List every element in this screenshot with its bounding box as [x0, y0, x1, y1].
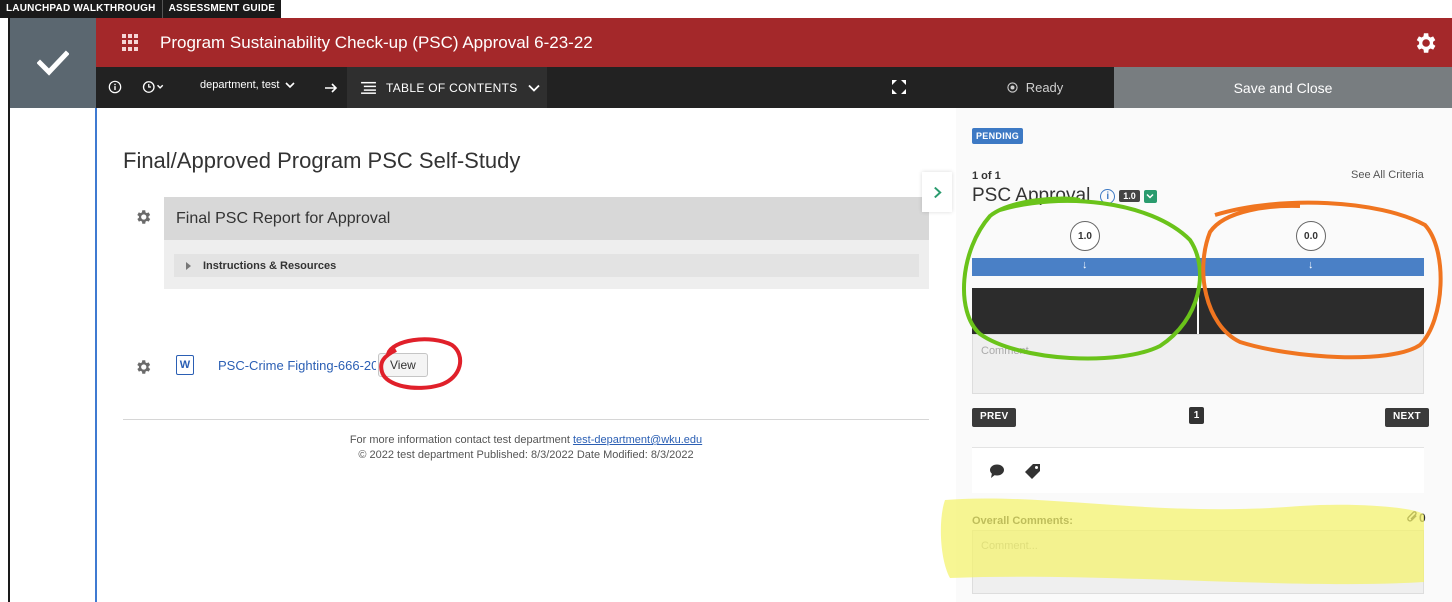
chevron-down-icon	[1146, 193, 1154, 199]
level-description-2[interactable]	[1199, 288, 1424, 334]
table-of-contents-dropdown[interactable]: TABLE OF CONTENTS	[347, 67, 547, 108]
arrow-right-icon[interactable]	[324, 82, 338, 94]
next-button[interactable]: NEXT	[1385, 408, 1429, 427]
status-indicator: Ready	[956, 67, 1114, 108]
criterion-header: PSC Approval i 1.0	[972, 185, 1157, 207]
status-label: Ready	[1025, 80, 1064, 95]
page-title: Final/Approved Program PSC Self-Study	[123, 148, 521, 173]
page-header-title: Program Sustainability Check-up (PSC) Ap…	[160, 32, 593, 52]
department-label: department, test	[200, 79, 280, 91]
tag-icon[interactable]	[1024, 462, 1042, 480]
level-description-1[interactable]	[972, 288, 1197, 334]
criteria-counter: 1 of 1	[972, 170, 1001, 182]
toc-label: TABLE OF CONTENTS	[386, 80, 518, 95]
chevron-right-icon	[933, 186, 942, 198]
arrow-down-icon: ↓	[1082, 259, 1088, 271]
level-selector-bar[interactable]: ↓ ↓	[972, 258, 1424, 276]
level-score-2[interactable]: 0.0	[1296, 221, 1326, 251]
footer-contact-text: For more information contact test depart…	[349, 434, 570, 446]
word-document-icon: W	[176, 355, 194, 375]
instructions-toggle[interactable]: Instructions & Resources	[174, 254, 919, 277]
instructions-label: Instructions & Resources	[203, 259, 337, 272]
status-dot-icon	[1007, 82, 1018, 93]
assessment-guide-link[interactable]: ASSESSMENT GUIDE	[161, 0, 282, 18]
arrow-down-icon: ↓	[1308, 259, 1314, 271]
footer-email-link[interactable]: test-department@wku.edu	[573, 434, 702, 446]
launchpad-strip: LAUNCHPAD WALKTHROUGH ASSESSMENT GUIDE	[0, 0, 282, 18]
criterion-comment-field[interactable]: Comment...	[972, 334, 1424, 394]
file-row: W PSC-Crime Fighting-666-2022 View	[176, 350, 428, 380]
overall-comments-label: Overall Comments:	[972, 515, 1073, 527]
footer-copyright: © 2022 test department Published: 8/3/20…	[358, 449, 694, 461]
app-root: LAUNCHPAD WALKTHROUGH ASSESSMENT GUIDE P…	[0, 0, 1452, 602]
comment-bubble-icon[interactable]	[988, 462, 1006, 480]
settings-gear-icon[interactable]	[1412, 30, 1438, 56]
save-and-close-button[interactable]: Save and Close	[1114, 67, 1452, 108]
file-gear-icon[interactable]	[134, 358, 152, 376]
page-number[interactable]: 1	[1189, 407, 1204, 424]
checkmark-icon	[37, 50, 69, 76]
attachment-button[interactable]: 0	[1406, 510, 1426, 525]
file-link[interactable]: PSC-Crime Fighting-666-2022	[218, 358, 376, 373]
report-section: Final PSC Report for Approval Instructio…	[164, 197, 929, 289]
feedback-tabs	[972, 447, 1424, 493]
collapse-panel-button[interactable]	[922, 172, 952, 212]
prev-button[interactable]: PREV	[972, 408, 1017, 427]
status-badge: PENDING	[972, 128, 1024, 144]
criterion-score-badge: 1.0	[1119, 190, 1140, 202]
paperclip-icon	[1407, 511, 1417, 522]
complete-check-button[interactable]	[10, 18, 96, 108]
level-score-1[interactable]: 1.0	[1070, 221, 1100, 251]
see-all-criteria-link[interactable]: See All Criteria	[1351, 169, 1424, 181]
overall-comment-field[interactable]: Comment...	[972, 530, 1424, 594]
chevron-down-icon	[527, 84, 540, 92]
criterion-title: PSC Approval	[972, 185, 1091, 206]
section-title: Final PSC Report for Approval	[164, 197, 929, 240]
chevron-down-icon	[284, 82, 295, 89]
launchpad-walkthrough-link[interactable]: LAUNCHPAD WALKTHROUGH	[0, 0, 162, 18]
criterion-dropdown-button[interactable]	[1143, 189, 1157, 203]
info-icon[interactable]	[108, 80, 122, 94]
content-left-rule	[95, 108, 97, 602]
attachment-count: 0	[1419, 510, 1426, 525]
title-bar: Program Sustainability Check-up (PSC) Ap…	[96, 18, 1452, 67]
criterion-info-icon[interactable]: i	[1100, 188, 1116, 204]
view-button[interactable]: View	[378, 353, 428, 377]
apps-grid-icon[interactable]	[122, 33, 140, 52]
history-clock-icon[interactable]	[142, 80, 166, 94]
expand-triangle-icon	[186, 261, 191, 270]
footer-divider	[123, 419, 929, 420]
page-footer: For more information contact test depart…	[123, 433, 929, 463]
fullscreen-icon[interactable]	[891, 79, 907, 95]
section-gear-icon[interactable]	[134, 208, 152, 226]
department-selector[interactable]: department, test	[200, 79, 295, 91]
list-icon	[361, 81, 376, 94]
